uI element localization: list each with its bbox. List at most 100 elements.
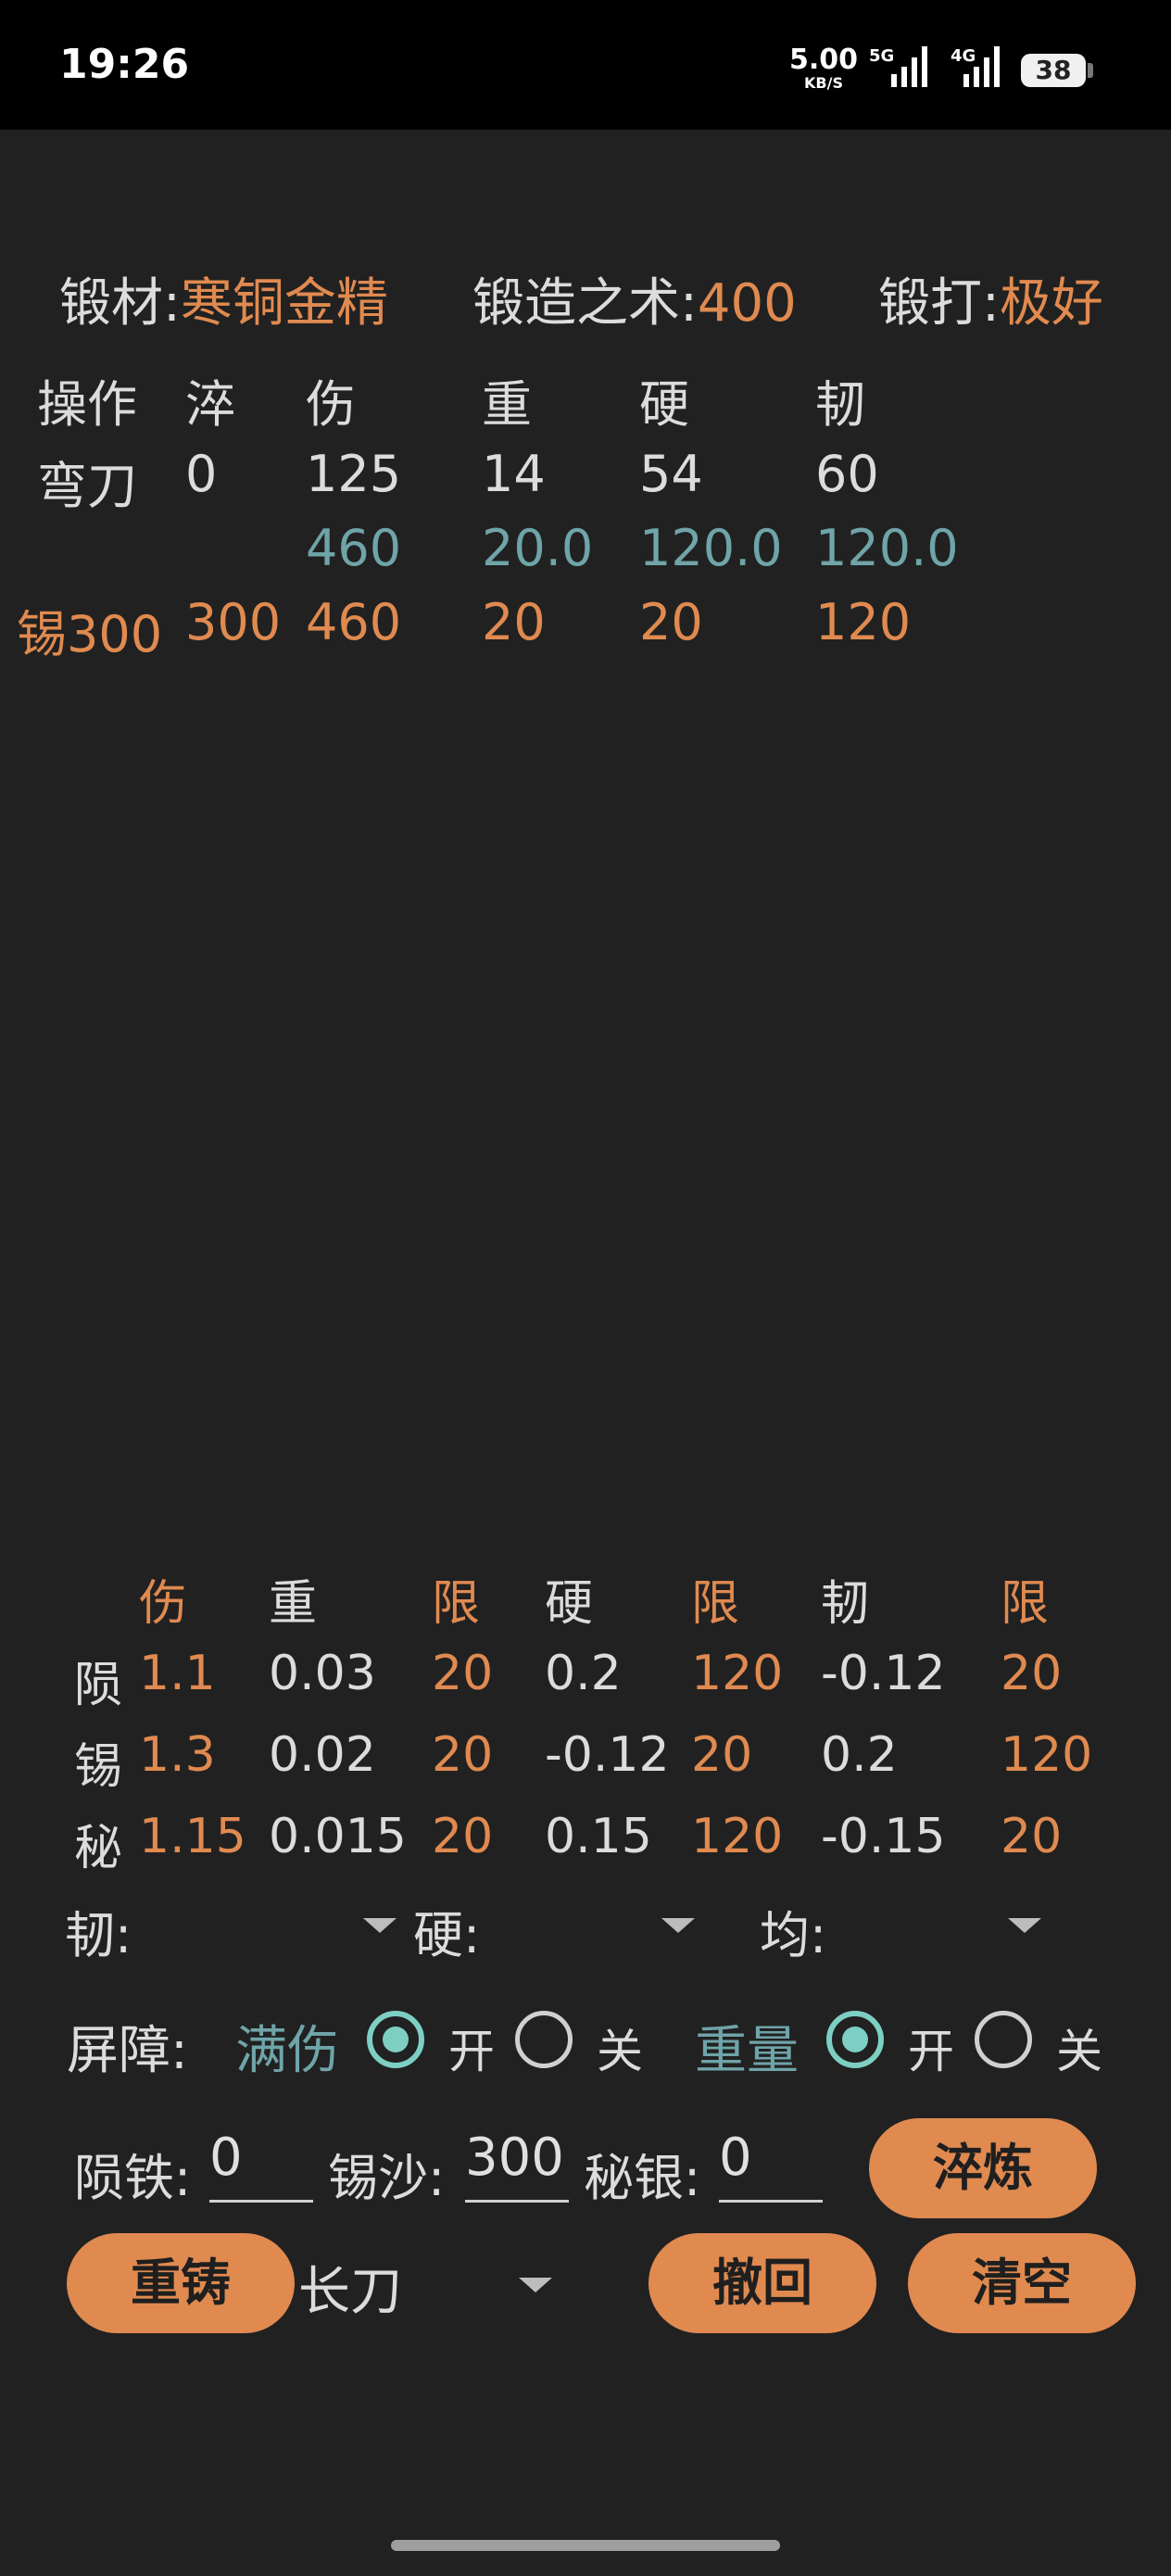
coef-row-name: 秘 (74, 1821, 123, 1876)
mithril-label: 秘银: (584, 2149, 701, 2207)
coef-cell: 0.015 (269, 1809, 407, 1864)
skill-label: 锻造之术: (472, 273, 698, 334)
balance-select[interactable]: 均: (760, 1894, 1047, 1964)
coef-cell: 1.3 (139, 1727, 216, 1783)
tin-sand-input[interactable]: 300 (465, 2128, 569, 2203)
signal-4g-icon (963, 44, 1006, 87)
mithril-input[interactable]: 0 (719, 2128, 823, 2203)
undo-button[interactable]: 撤回 (648, 2233, 876, 2333)
row-weapon-name: 弯刀 (37, 457, 137, 515)
weight-on-label[interactable]: 开 (908, 2014, 954, 2081)
coef-cell: 120 (691, 1809, 784, 1864)
coef-cell: 20 (432, 1727, 494, 1783)
clock: 19:26 (59, 41, 190, 88)
coef-header-limit-1: 限 (432, 1576, 481, 1632)
chevron-down-icon (1008, 1918, 1041, 1933)
tin-sand-label: 锡沙: (328, 2149, 446, 2207)
hardness-select-label: 硬: (413, 1906, 481, 1964)
weight-off-label[interactable]: 关 (1056, 2014, 1102, 2081)
coef-cell: -0.12 (821, 1646, 946, 1701)
coef-cell: 120 (691, 1646, 784, 1701)
coef-row-name: 陨 (74, 1658, 123, 1713)
coef-cell: 20 (691, 1727, 753, 1783)
coef-cell: 0.15 (545, 1809, 652, 1864)
material-info: 锻材:寒铜金精 (59, 261, 388, 336)
header-hardness: 硬 (639, 375, 689, 434)
coef-header-damage: 伤 (139, 1576, 188, 1632)
row-limit-damage: 460 (306, 519, 402, 577)
coef-header-weight: 重 (269, 1576, 318, 1632)
skill-value: 400 (697, 273, 797, 334)
full-damage-off-radio[interactable] (515, 2011, 573, 2068)
coef-header-hardness: 硬 (545, 1576, 594, 1632)
header-operation: 操作 (37, 375, 137, 434)
toughness-select-label: 韧: (65, 1906, 132, 1964)
battery-icon: 38 (1021, 54, 1086, 87)
row-weapon-hardness: 54 (639, 445, 703, 503)
hardness-select[interactable]: 硬: (413, 1894, 700, 1964)
coef-cell: 1.15 (139, 1809, 246, 1864)
header-toughness: 韧 (815, 375, 865, 434)
row-weapon-weight: 14 (482, 445, 546, 503)
coef-cell: 0.03 (269, 1646, 376, 1701)
row-limit-weight: 20.0 (482, 519, 594, 577)
strike-value: 极好 (999, 273, 1103, 334)
balance-select-label: 均: (760, 1906, 827, 1964)
chevron-down-icon (519, 2278, 552, 2292)
full-damage-on-label[interactable]: 开 (448, 2014, 495, 2081)
coef-cell: -0.15 (821, 1809, 946, 1864)
chevron-down-icon (363, 1918, 397, 1933)
weapon-type-select[interactable]: 长刀 (298, 2237, 563, 2330)
row-weapon-damage: 125 (306, 445, 402, 503)
weight-off-radio[interactable] (975, 2011, 1032, 2068)
strike-label: 锻打: (878, 273, 1000, 334)
coef-cell: 20 (1001, 1809, 1063, 1864)
coef-cell: 0.2 (545, 1646, 622, 1701)
barrier-label: 屏障: (67, 2021, 188, 2081)
signal-5g-icon (891, 44, 934, 87)
coef-cell: 20 (432, 1646, 494, 1701)
clear-button[interactable]: 清空 (908, 2233, 1136, 2333)
header-quench: 淬 (185, 375, 235, 434)
quench-button[interactable]: 淬炼 (869, 2118, 1097, 2218)
coef-cell: 120 (1001, 1727, 1093, 1783)
header-weight: 重 (482, 375, 532, 434)
network-speed-unit: KB/S (804, 74, 843, 92)
battery-level: 38 (1035, 55, 1072, 85)
row-limit-toughness: 120.0 (815, 519, 959, 577)
coef-cell: -0.12 (545, 1727, 670, 1783)
full-damage-label: 满伤 (235, 2021, 339, 2081)
material-label: 锻材: (59, 273, 181, 334)
row-op-hardness: 20 (639, 593, 703, 651)
meteor-iron-input[interactable]: 0 (209, 2128, 313, 2203)
header-damage: 伤 (306, 375, 356, 434)
skill-info: 锻造之术:400 (472, 261, 797, 336)
material-value: 寒铜金精 (180, 273, 388, 334)
row-limit-hardness: 120.0 (639, 519, 783, 577)
coef-cell: 0.2 (821, 1727, 898, 1783)
row-weapon-toughness: 60 (815, 445, 879, 503)
coef-cell: 20 (1001, 1646, 1063, 1701)
network-speed: 5.00 KB/S (789, 46, 858, 91)
toughness-select[interactable]: 韧: (65, 1894, 402, 1964)
coef-header-limit-3: 限 (1001, 1576, 1050, 1632)
chevron-down-icon (661, 1918, 695, 1933)
strike-info: 锻打:极好 (878, 261, 1103, 336)
row-weapon-quench: 0 (185, 445, 218, 503)
weapon-type-value: 长刀 (298, 2262, 402, 2322)
network-speed-value: 5.00 (789, 44, 859, 76)
coef-row-name: 锡 (74, 1739, 123, 1795)
home-indicator[interactable] (391, 2540, 780, 2551)
row-op-quench: 300 (185, 593, 282, 651)
meteor-iron-label: 陨铁: (74, 2149, 192, 2207)
coef-header-limit-2: 限 (691, 1576, 740, 1632)
battery-cap (1088, 63, 1093, 78)
row-op-name: 锡300 (17, 605, 163, 663)
coef-cell: 1.1 (139, 1646, 216, 1701)
coef-cell: 20 (432, 1809, 494, 1864)
full-damage-off-label[interactable]: 关 (597, 2014, 643, 2081)
weight-label: 重量 (695, 2021, 799, 2081)
weight-on-radio[interactable] (826, 2011, 884, 2068)
recast-button[interactable]: 重铸 (67, 2233, 295, 2333)
full-damage-on-radio[interactable] (367, 2011, 424, 2068)
